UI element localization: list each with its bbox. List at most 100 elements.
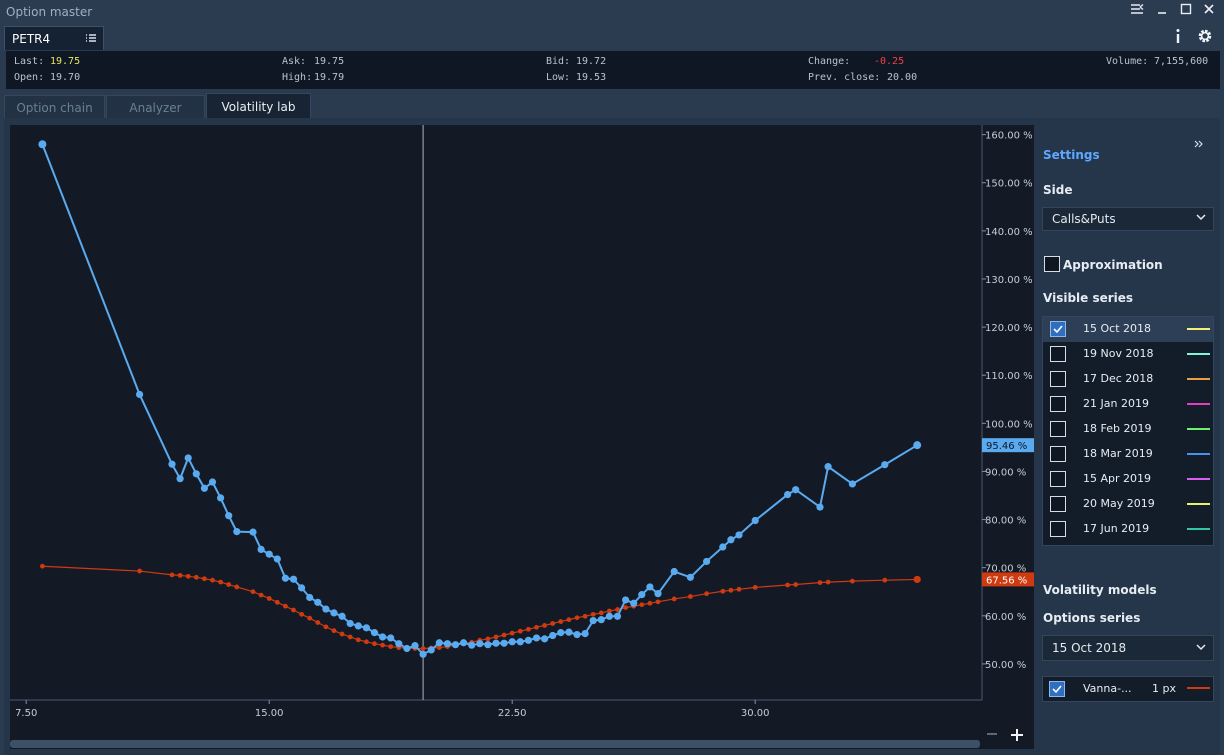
- data-point: [354, 622, 362, 630]
- series-checkbox[interactable]: [1050, 396, 1066, 412]
- data-point: [395, 640, 403, 648]
- series-color-swatch: [1187, 528, 1210, 530]
- data-point: [226, 582, 232, 587]
- settings-heading[interactable]: Settings: [1043, 148, 1100, 162]
- change-value: -0.25: [874, 56, 905, 67]
- data-point: [622, 596, 630, 604]
- data-point: [784, 490, 792, 499]
- series-color-swatch: [1187, 503, 1210, 505]
- tab-volatility-lab[interactable]: Volatility lab: [206, 93, 311, 118]
- symbol-tab[interactable]: PETR4: [4, 26, 104, 50]
- data-point: [654, 590, 662, 598]
- data-point: [646, 583, 654, 591]
- tab-option-chain[interactable]: Option chain: [4, 95, 105, 118]
- data-point: [362, 624, 370, 632]
- data-point: [323, 624, 329, 630]
- x-tick-label: 22.50: [498, 708, 527, 719]
- data-point: [210, 577, 215, 583]
- horizontal-scrollbar[interactable]: [10, 740, 980, 748]
- data-point: [607, 608, 612, 614]
- y-tick-label: 110.00 %: [985, 371, 1033, 382]
- series-row[interactable]: 21 Jan 2019: [1043, 392, 1213, 417]
- series-row[interactable]: 15 Apr 2019: [1043, 467, 1213, 492]
- open-value: 19.70: [50, 72, 81, 83]
- data-point: [573, 630, 581, 639]
- data-point: [589, 617, 597, 625]
- zoom-out-icon[interactable]: [986, 728, 1004, 746]
- data-point: [655, 599, 661, 605]
- data-point: [460, 639, 468, 647]
- series-row[interactable]: 15 Oct 2018: [1043, 317, 1213, 342]
- data-point: [315, 620, 321, 625]
- data-point: [274, 599, 280, 605]
- series-checkbox[interactable]: [1050, 521, 1066, 537]
- series-checkbox[interactable]: [1050, 346, 1066, 362]
- data-point: [526, 626, 531, 632]
- series-row[interactable]: 17 Dec 2018: [1043, 367, 1213, 392]
- data-point: [534, 624, 539, 630]
- volatility-model-row[interactable]: Vanna-... 1 px: [1042, 676, 1214, 702]
- bid-label: Bid:: [546, 56, 571, 67]
- volatility-chart[interactable]: 50.00 % 60.00 % 70.00 % 80.00 % 90.00 % 100.0…: [10, 125, 1034, 749]
- data-point: [493, 634, 499, 640]
- collapse-sidebar-icon[interactable]: [1194, 140, 1212, 158]
- close-icon[interactable]: [1203, 3, 1221, 21]
- data-point: [751, 516, 759, 525]
- data-point: [882, 577, 888, 583]
- series-date: 17 Jun 2019: [1083, 522, 1150, 535]
- maximize-icon[interactable]: [1180, 3, 1198, 21]
- model-checkbox[interactable]: [1049, 681, 1065, 697]
- chevron-down-icon: [1195, 641, 1207, 653]
- data-point: [364, 639, 369, 645]
- series-row[interactable]: 19 Nov 2018: [1043, 342, 1213, 367]
- minimize-icon[interactable]: [1156, 3, 1174, 21]
- series-checkbox[interactable]: [1050, 446, 1066, 462]
- data-point: [613, 612, 622, 620]
- data-point: [517, 628, 523, 634]
- series-row[interactable]: 18 Feb 2019: [1043, 417, 1213, 442]
- volume-value: 7,155,600: [1154, 56, 1209, 67]
- series-color-swatch: [1187, 403, 1210, 405]
- list-menu-icon[interactable]: [85, 32, 97, 44]
- series-checkbox[interactable]: [1050, 321, 1066, 337]
- series-row[interactable]: 20 May 2019: [1043, 492, 1213, 517]
- series-checkbox[interactable]: [1050, 496, 1066, 512]
- data-point: [185, 573, 191, 579]
- series-color-swatch: [1187, 378, 1210, 380]
- side-dropdown[interactable]: Calls&Puts: [1042, 207, 1214, 231]
- model-color-swatch[interactable]: [1187, 687, 1210, 689]
- gear-icon[interactable]: [1197, 28, 1215, 46]
- approximation-checkbox[interactable]: [1044, 256, 1060, 272]
- series-color-swatch: [1187, 453, 1210, 455]
- series-row[interactable]: 17 Jun 2019: [1043, 517, 1213, 542]
- data-point: [532, 634, 541, 642]
- quote-bar: Last: 19.75 Open: 19.70 Ask: 19.75 High:…: [6, 51, 1220, 89]
- data-point: [168, 460, 176, 468]
- data-point: [848, 480, 857, 488]
- info-icon[interactable]: [1173, 28, 1191, 46]
- data-point: [176, 475, 184, 483]
- low-label: Low:: [546, 72, 571, 83]
- window-menu-icon[interactable]: [1130, 3, 1148, 21]
- zoom-in-icon[interactable]: [1010, 728, 1028, 746]
- series-checkbox[interactable]: [1050, 471, 1066, 487]
- data-point: [184, 454, 192, 462]
- series-checkbox[interactable]: [1050, 421, 1066, 437]
- tab-analyzer[interactable]: Analyzer: [106, 95, 205, 118]
- series-row[interactable]: 18 Mar 2019: [1043, 442, 1213, 467]
- series-date: 17 Dec 2018: [1083, 372, 1154, 385]
- data-point: [420, 646, 426, 651]
- data-point: [427, 646, 435, 654]
- data-point: [451, 641, 460, 649]
- options-series-dropdown[interactable]: 15 Oct 2018: [1042, 635, 1214, 661]
- data-point: [825, 579, 831, 585]
- data-point: [516, 638, 524, 646]
- data-point: [736, 586, 742, 592]
- data-point: [355, 637, 361, 643]
- data-point: [192, 470, 200, 478]
- data-point: [307, 615, 313, 621]
- chart-svg: 50.00 %60.00 %70.00 %80.00 %90.00 %100.0…: [10, 125, 1034, 719]
- series-checkbox[interactable]: [1050, 371, 1066, 387]
- data-point: [688, 594, 693, 599]
- data-point: [419, 650, 427, 658]
